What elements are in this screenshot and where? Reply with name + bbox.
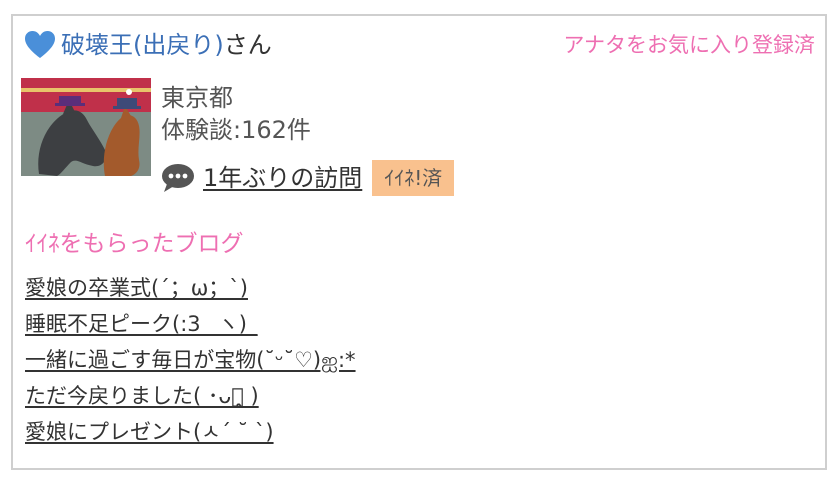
- location-text: 東京都: [161, 84, 233, 112]
- blog-link[interactable]: 睡眠不足ピーク(:3 _ヽ)_: [25, 312, 258, 336]
- heart-icon: [25, 31, 55, 59]
- liked-blogs-list: 愛娘の卒業式(´；ω；`) 睡眠不足ピーク(:3 _ヽ)_ 一緒に過ごす毎日が宝…: [25, 270, 356, 450]
- list-item: 睡眠不足ピーク(:3 _ヽ)_: [25, 306, 356, 342]
- list-item: 一緒に過ごす毎日が宝物(˘ᵕ˘♡)ஐ:*: [25, 342, 356, 378]
- blog-link[interactable]: 一緒に過ごす毎日が宝物(˘ᵕ˘♡)ஐ:*: [25, 348, 356, 372]
- favorite-status-label: アナタをお気に入り登録済: [563, 33, 815, 57]
- list-item: ただ今戻りました( ･ᴗ･̥̥̥ ): [25, 378, 356, 414]
- speech-bubble-icon: [161, 163, 195, 193]
- review-count-text: 体験談:162件: [161, 116, 311, 144]
- liked-blogs-heading: ｲｲﾈをもらったブログ: [25, 231, 244, 257]
- blog-link[interactable]: 愛娘の卒業式(´；ω；`): [25, 276, 248, 300]
- list-item: 愛娘の卒業式(´；ω；`): [25, 270, 356, 306]
- user-line: 破壊王(出戻り) さん: [25, 28, 272, 62]
- blog-link[interactable]: 愛娘にプレゼント(ㅅ´ ˘ `): [25, 420, 274, 444]
- profile-info: 東京都 体験談:162件 1年ぶりの訪問 ｲｲﾈ!済: [161, 82, 781, 196]
- user-name-link[interactable]: 破壊王(出戻り): [61, 28, 224, 62]
- card-header: 破壊王(出戻り) さん アナタをお気に入り登録済: [25, 26, 815, 66]
- latest-visit-row: 1年ぶりの訪問 ｲｲﾈ!済: [161, 160, 781, 196]
- honorific-text: さん: [223, 31, 272, 59]
- latest-visit-link[interactable]: 1年ぶりの訪問: [203, 161, 362, 195]
- user-profile-card: 破壊王(出戻り) さん アナタをお気に入り登録済 東京都 体験談:162件 1年…: [11, 14, 827, 470]
- like-status-badge: ｲｲﾈ!済: [372, 160, 455, 196]
- avatar[interactable]: [21, 78, 151, 176]
- blog-link[interactable]: ただ今戻りました( ･ᴗ･̥̥̥ ): [25, 384, 259, 408]
- list-item: 愛娘にプレゼント(ㅅ´ ˘ `): [25, 414, 356, 450]
